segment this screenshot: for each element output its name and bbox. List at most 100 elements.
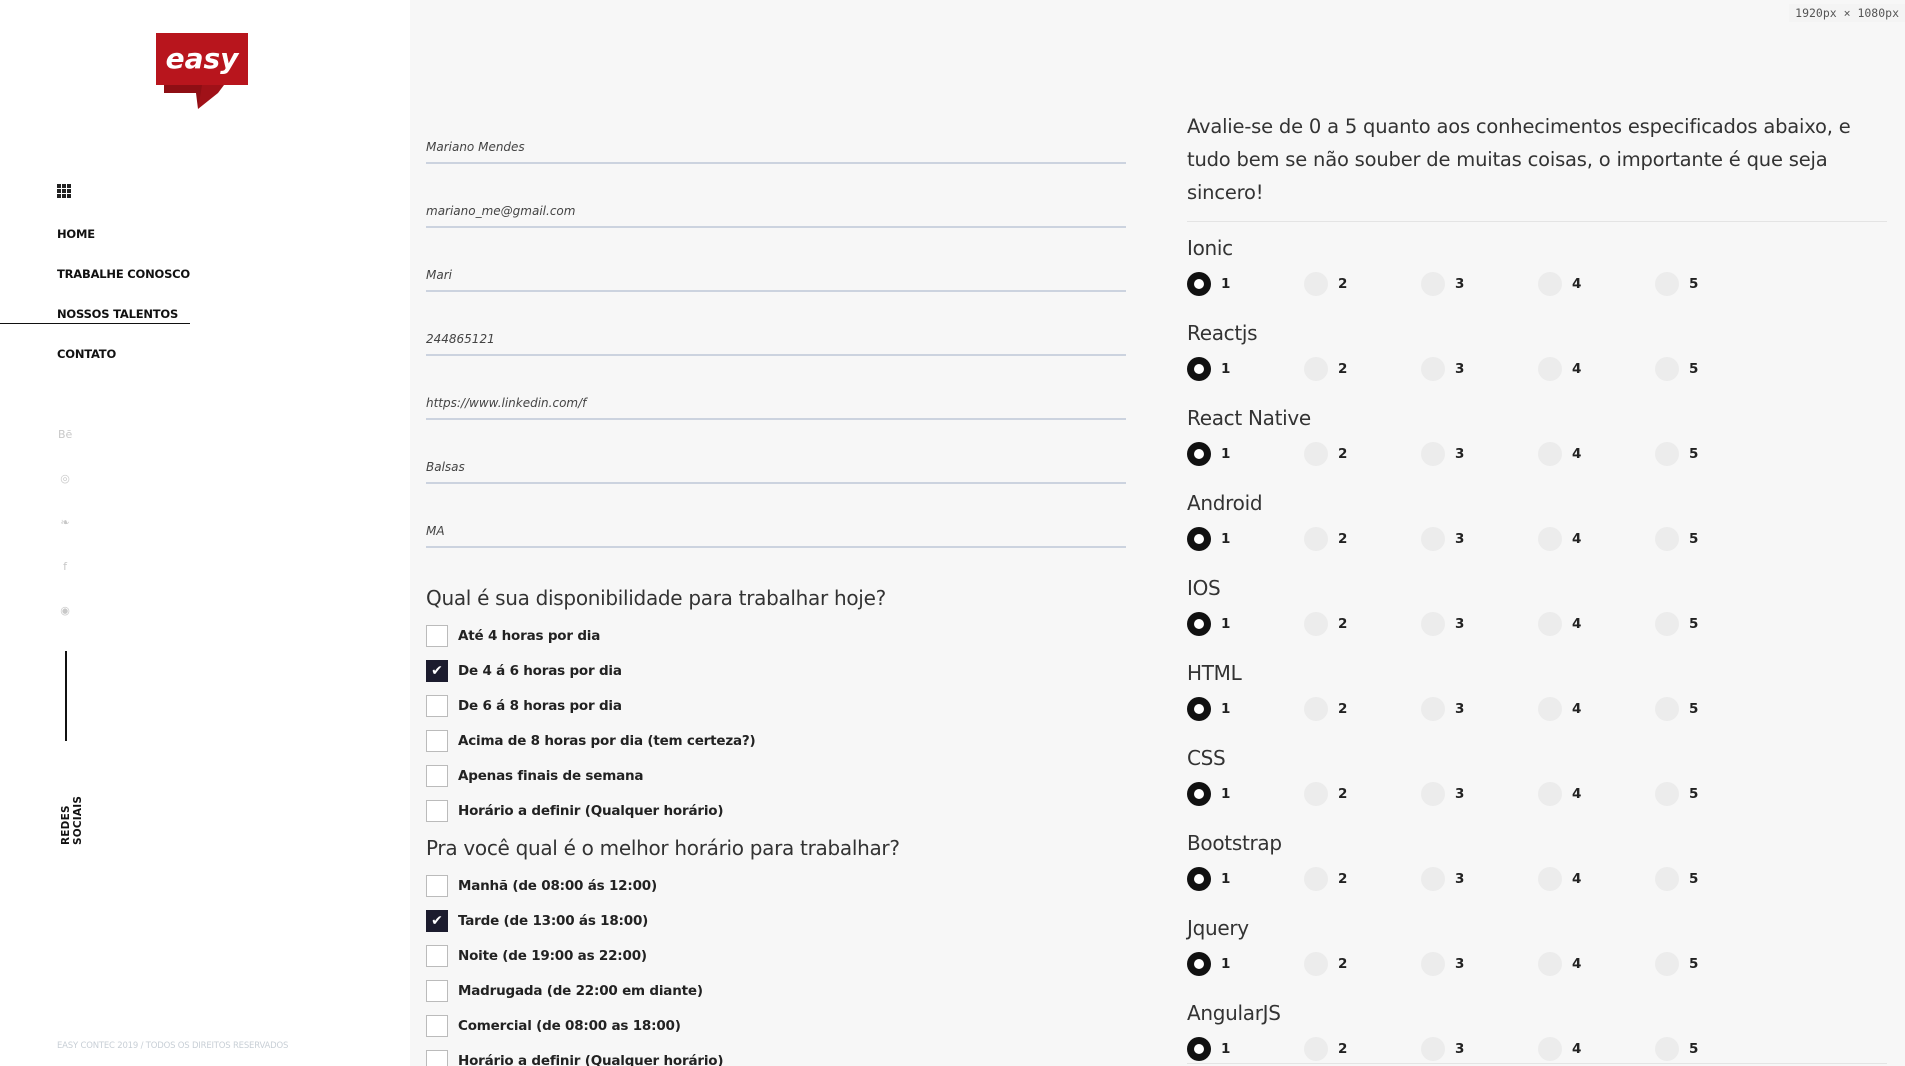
rating-option[interactable]: 2 bbox=[1304, 442, 1421, 466]
rating-option[interactable]: 1 bbox=[1187, 1037, 1304, 1061]
rating-radio[interactable] bbox=[1655, 867, 1679, 891]
schedule-option[interactable]: ✔ Tarde (de 13:00 ás 18:00) bbox=[426, 903, 1126, 938]
rating-radio[interactable] bbox=[1538, 527, 1562, 551]
rating-option[interactable]: 1 bbox=[1187, 867, 1304, 891]
rating-radio[interactable] bbox=[1187, 867, 1211, 891]
rating-option[interactable]: 2 bbox=[1304, 782, 1421, 806]
rating-option[interactable]: 3 bbox=[1421, 357, 1538, 381]
rating-radio[interactable] bbox=[1421, 1037, 1445, 1061]
email-field[interactable] bbox=[426, 204, 1126, 218]
facebook-icon[interactable]: f bbox=[58, 560, 72, 574]
rating-option[interactable]: 5 bbox=[1655, 527, 1772, 551]
rating-radio[interactable] bbox=[1304, 357, 1328, 381]
rating-option[interactable]: 4 bbox=[1538, 952, 1655, 976]
rating-radio[interactable] bbox=[1304, 782, 1328, 806]
rating-option[interactable]: 4 bbox=[1538, 357, 1655, 381]
rating-radio[interactable] bbox=[1538, 357, 1562, 381]
availability-option[interactable]: Horário a definir (Qualquer horário) bbox=[426, 793, 1126, 828]
rating-option[interactable]: 3 bbox=[1421, 272, 1538, 296]
availability-checkbox[interactable] bbox=[426, 624, 448, 647]
dribbble-icon[interactable]: ◎ bbox=[58, 472, 72, 486]
rating-radio[interactable] bbox=[1421, 272, 1445, 296]
availability-option[interactable]: ✔ De 4 á 6 horas por dia bbox=[426, 653, 1126, 688]
twitter-icon[interactable]: ❧ bbox=[58, 516, 72, 530]
rating-option[interactable]: 1 bbox=[1187, 527, 1304, 551]
rating-option[interactable]: 3 bbox=[1421, 442, 1538, 466]
rating-radio[interactable] bbox=[1538, 612, 1562, 636]
rating-radio[interactable] bbox=[1304, 1037, 1328, 1061]
rating-option[interactable]: 5 bbox=[1655, 357, 1772, 381]
rating-option[interactable]: 4 bbox=[1538, 782, 1655, 806]
rating-radio[interactable] bbox=[1187, 272, 1211, 296]
rating-option[interactable]: 1 bbox=[1187, 782, 1304, 806]
rating-radio[interactable] bbox=[1304, 952, 1328, 976]
rating-radio[interactable] bbox=[1421, 357, 1445, 381]
rating-radio[interactable] bbox=[1187, 527, 1211, 551]
rating-radio[interactable] bbox=[1655, 527, 1679, 551]
schedule-checkbox[interactable] bbox=[426, 944, 448, 967]
rating-radio[interactable] bbox=[1304, 697, 1328, 721]
rating-option[interactable]: 4 bbox=[1538, 612, 1655, 636]
rating-option[interactable]: 3 bbox=[1421, 782, 1538, 806]
rating-option[interactable]: 5 bbox=[1655, 952, 1772, 976]
rating-option[interactable]: 1 bbox=[1187, 442, 1304, 466]
schedule-checkbox[interactable] bbox=[426, 979, 448, 1002]
availability-option[interactable]: Apenas finais de semana bbox=[426, 758, 1126, 793]
availability-checkbox[interactable] bbox=[426, 694, 448, 717]
rating-option[interactable]: 5 bbox=[1655, 697, 1772, 721]
schedule-checkbox[interactable] bbox=[426, 1049, 448, 1066]
rating-option[interactable]: 5 bbox=[1655, 867, 1772, 891]
rating-option[interactable]: 5 bbox=[1655, 782, 1772, 806]
city-field[interactable] bbox=[426, 460, 1126, 474]
rating-radio[interactable] bbox=[1421, 952, 1445, 976]
availability-option[interactable]: Até 4 horas por dia bbox=[426, 618, 1126, 653]
rating-option[interactable]: 4 bbox=[1538, 697, 1655, 721]
rating-radio[interactable] bbox=[1304, 867, 1328, 891]
easy-logo[interactable]: easy bbox=[156, 33, 248, 109]
rating-option[interactable]: 1 bbox=[1187, 272, 1304, 296]
schedule-option[interactable]: Noite (de 19:00 as 22:00) bbox=[426, 938, 1126, 973]
rating-option[interactable]: 5 bbox=[1655, 612, 1772, 636]
schedule-checkbox[interactable]: ✔ bbox=[426, 909, 448, 932]
menu-grid-icon[interactable] bbox=[57, 184, 71, 198]
rating-option[interactable]: 3 bbox=[1421, 1037, 1538, 1061]
rating-radio[interactable] bbox=[1187, 1037, 1211, 1061]
rating-option[interactable]: 1 bbox=[1187, 357, 1304, 381]
rating-radio[interactable] bbox=[1538, 272, 1562, 296]
rating-option[interactable]: 3 bbox=[1421, 527, 1538, 551]
rating-radio[interactable] bbox=[1655, 612, 1679, 636]
linkedin-field[interactable] bbox=[426, 396, 1126, 410]
rating-option[interactable]: 2 bbox=[1304, 272, 1421, 296]
nav-nossos-talentos[interactable]: NOSSOS TALENTOS bbox=[57, 304, 190, 324]
rating-radio[interactable] bbox=[1187, 952, 1211, 976]
nav-contato[interactable]: CONTATO bbox=[57, 344, 190, 384]
rating-option[interactable]: 4 bbox=[1538, 272, 1655, 296]
rating-radio[interactable] bbox=[1421, 782, 1445, 806]
rating-radio[interactable] bbox=[1421, 697, 1445, 721]
rating-radio[interactable] bbox=[1421, 442, 1445, 466]
rating-radio[interactable] bbox=[1421, 527, 1445, 551]
schedule-option[interactable]: Manhã (de 08:00 ás 12:00) bbox=[426, 868, 1126, 903]
rating-radio[interactable] bbox=[1538, 697, 1562, 721]
nickname-field[interactable] bbox=[426, 268, 1126, 282]
rating-option[interactable]: 3 bbox=[1421, 952, 1538, 976]
rating-radio[interactable] bbox=[1655, 442, 1679, 466]
rating-radio[interactable] bbox=[1655, 272, 1679, 296]
behance-icon[interactable]: Bē bbox=[58, 428, 72, 442]
availability-checkbox[interactable] bbox=[426, 799, 448, 822]
rating-option[interactable]: 1 bbox=[1187, 612, 1304, 636]
rating-radio[interactable] bbox=[1538, 442, 1562, 466]
rating-radio[interactable] bbox=[1655, 952, 1679, 976]
rating-option[interactable]: 5 bbox=[1655, 272, 1772, 296]
schedule-checkbox[interactable] bbox=[426, 874, 448, 897]
rating-radio[interactable] bbox=[1538, 867, 1562, 891]
nav-trabalhe-conosco[interactable]: TRABALHE CONOSCO bbox=[57, 264, 190, 304]
rating-radio[interactable] bbox=[1187, 442, 1211, 466]
name-field[interactable] bbox=[426, 140, 1126, 154]
rating-radio[interactable] bbox=[1655, 697, 1679, 721]
rating-radio[interactable] bbox=[1538, 1037, 1562, 1061]
schedule-option[interactable]: Horário a definir (Qualquer horário) bbox=[426, 1043, 1126, 1066]
schedule-option[interactable]: Madrugada (de 22:00 em diante) bbox=[426, 973, 1126, 1008]
instagram-icon[interactable]: ◉ bbox=[58, 604, 72, 618]
rating-radio[interactable] bbox=[1187, 697, 1211, 721]
